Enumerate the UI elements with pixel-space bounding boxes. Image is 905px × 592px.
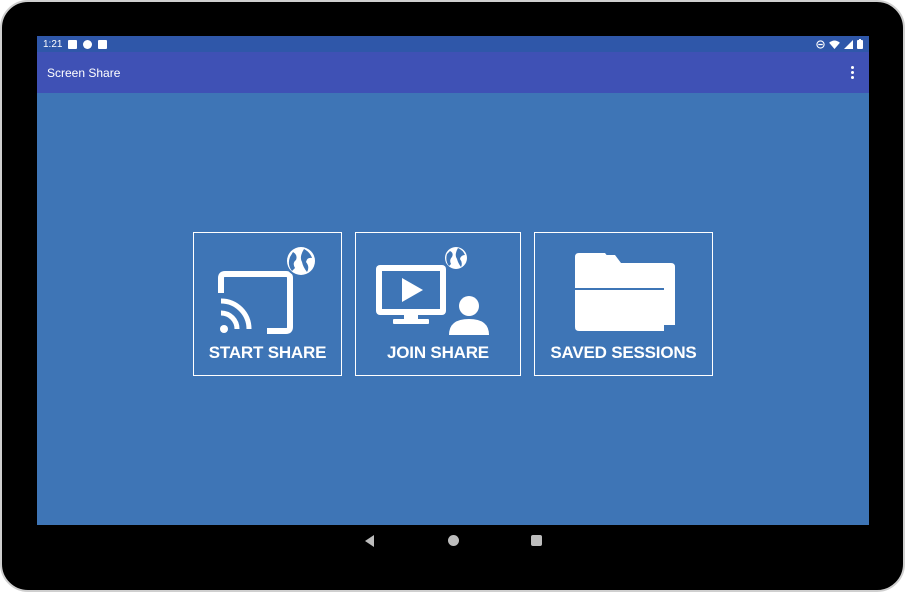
recents-icon[interactable] [531, 535, 542, 546]
signal-icon [844, 39, 853, 49]
do-not-disturb-icon [816, 39, 825, 49]
join-share-label: JOIN SHARE [387, 343, 489, 362]
menu-dot [850, 76, 854, 79]
more-vert-icon[interactable] [845, 63, 859, 83]
status-bar: 1:21 [37, 36, 869, 52]
status-left: 1:21 [43, 38, 108, 50]
notification-a-icon [68, 39, 78, 49]
app-bar: Screen Share [37, 52, 869, 93]
saved-sessions-button[interactable]: SAVED SESSIONS [534, 232, 713, 376]
app-title: Screen Share [47, 65, 121, 80]
home-icon[interactable] [448, 535, 459, 546]
back-icon[interactable] [365, 535, 374, 547]
wifi-icon [829, 39, 840, 49]
menu-dot [850, 71, 854, 74]
menu-dot [850, 66, 854, 69]
app-screen: 1:21 Screen Share START SHARE JOIN SHARE… [37, 36, 869, 525]
sd-card-icon [98, 39, 108, 49]
battery-icon [857, 39, 863, 49]
status-time: 1:21 [43, 38, 63, 50]
start-share-button[interactable]: START SHARE [193, 232, 342, 376]
status-right [816, 39, 863, 49]
navigation-bar [0, 526, 905, 556]
saved-sessions-label: SAVED SESSIONS [550, 343, 697, 362]
notification-p-icon [83, 39, 93, 49]
start-share-label: START SHARE [208, 343, 327, 362]
join-share-button[interactable]: JOIN SHARE [355, 232, 521, 376]
